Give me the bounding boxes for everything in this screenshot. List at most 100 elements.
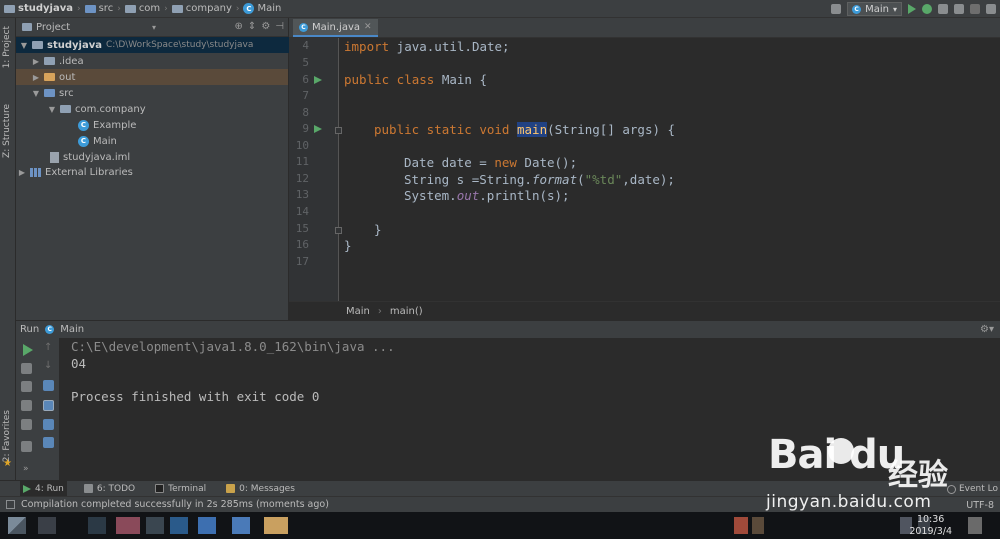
- code-editor: C Main.java ✕ 4 5 6 7 8 9 10 11 12 13 14…: [289, 18, 1000, 320]
- taskbar-app-icon[interactable]: [264, 517, 288, 534]
- structure-tool-tab[interactable]: Z: Structure: [2, 104, 12, 158]
- project-view-dropdown[interactable]: Project: [36, 22, 70, 33]
- tree-item-com-company[interactable]: ▼ com.company: [48, 101, 146, 117]
- status-message[interactable]: Compilation completed successfully in 2s…: [21, 499, 329, 510]
- tree-item-example[interactable]: C Example: [78, 117, 136, 133]
- taskbar-clock[interactable]: 10:36 2019/3/4: [909, 514, 952, 538]
- scroll-to-end-icon[interactable]: [43, 400, 54, 411]
- start-icon[interactable]: [8, 517, 26, 534]
- breadcrumb-com[interactable]: com: [124, 3, 160, 14]
- run-toolbar-left: »: [16, 338, 38, 480]
- line-number: 12: [295, 172, 309, 185]
- run-method-gutter-icon[interactable]: [314, 125, 322, 133]
- fold-marker-icon[interactable]: [335, 127, 342, 134]
- run-config-dropdown[interactable]: C Main ▾: [847, 2, 902, 16]
- tab-todo[interactable]: 6: TODO: [81, 481, 138, 497]
- expand-arrow-icon[interactable]: ▼: [48, 105, 56, 114]
- tray-icon[interactable]: [752, 517, 764, 534]
- taskbar-app-icon[interactable]: [146, 517, 164, 534]
- run-tab-main[interactable]: Main: [60, 324, 84, 335]
- line-number: 4: [302, 39, 309, 52]
- tree-item-src[interactable]: ▼ src: [32, 85, 74, 101]
- more-icon[interactable]: »: [23, 464, 29, 474]
- build-icon[interactable]: [831, 4, 842, 14]
- taskbar-app-icon[interactable]: [116, 517, 140, 534]
- tab-messages[interactable]: 0: Messages: [223, 481, 298, 497]
- code-line-16: }: [344, 238, 352, 253]
- fold-marker-icon[interactable]: [335, 227, 342, 234]
- collapse-all-icon[interactable]: ⇕: [248, 21, 256, 32]
- class-icon: C: [78, 119, 89, 131]
- project-structure-icon[interactable]: [986, 4, 996, 14]
- notification-icon[interactable]: [968, 517, 982, 534]
- run-panel-header: Run C Main ⚙▾: [16, 320, 1000, 338]
- tab-main-java[interactable]: C Main.java ✕: [293, 19, 378, 37]
- breadcrumb-project[interactable]: studyjava: [4, 3, 73, 14]
- gear-icon[interactable]: ⚙▾: [980, 324, 994, 335]
- arrow-up-icon[interactable]: ↑: [44, 342, 52, 353]
- run-class-gutter-icon[interactable]: [314, 76, 322, 84]
- breadcrumb-src[interactable]: src: [84, 3, 113, 14]
- taskbar-app-icon[interactable]: [232, 517, 250, 534]
- dump-threads-icon[interactable]: [21, 400, 32, 411]
- breadcrumb-separator-icon: ›: [76, 3, 81, 14]
- taskbar-app-icon[interactable]: [198, 517, 216, 534]
- tree-item-out[interactable]: ▶ out: [16, 69, 288, 85]
- class-icon: C: [299, 22, 308, 32]
- collapse-arrow-icon[interactable]: ▶: [18, 168, 26, 177]
- project-tool-tab[interactable]: 1: Project: [2, 26, 12, 68]
- taskbar-app-icon[interactable]: [170, 517, 188, 534]
- excluded-folder-icon: [44, 73, 55, 81]
- line-number: 14: [295, 205, 309, 218]
- debug-icon[interactable]: [922, 4, 932, 14]
- taskbar-app-icon[interactable]: [38, 517, 56, 534]
- expand-arrow-icon[interactable]: ▼: [32, 89, 40, 98]
- code-line-6: public class Main {: [344, 72, 487, 87]
- package-icon: [60, 105, 71, 113]
- coverage-icon[interactable]: [938, 4, 948, 14]
- breadcrumb-main[interactable]: C Main: [243, 3, 281, 14]
- line-number: 5: [302, 56, 309, 69]
- trash-icon[interactable]: [43, 437, 54, 448]
- collapse-arrow-icon[interactable]: ▶: [32, 73, 40, 82]
- stop-icon[interactable]: [21, 363, 32, 374]
- run-icon[interactable]: [908, 4, 916, 14]
- tab-run[interactable]: 4: Run: [20, 480, 67, 497]
- line-number: 8: [302, 106, 309, 119]
- code-area[interactable]: import java.util.Date; public class Main…: [344, 38, 1000, 301]
- run-toolbar: C Main ▾: [831, 0, 996, 18]
- tree-item-studyjava[interactable]: ▼ studyjava C:\D\WorkSpace\study\studyja…: [16, 37, 289, 53]
- profile-icon[interactable]: [954, 4, 964, 14]
- todo-icon: [83, 484, 93, 493]
- toggle-tool-windows-icon[interactable]: [6, 500, 15, 509]
- tray-icon[interactable]: [734, 517, 748, 534]
- editor-breadcrumb: Main › main(): [289, 301, 1000, 320]
- expand-arrow-icon[interactable]: ▼: [20, 41, 28, 50]
- tree-item-main[interactable]: C Main: [78, 133, 117, 149]
- exit-icon[interactable]: [21, 419, 32, 430]
- taskbar-app-icon[interactable]: [88, 517, 106, 534]
- scroll-from-source-icon[interactable]: ⊕: [235, 21, 243, 32]
- stop-icon[interactable]: [970, 4, 980, 14]
- tree-item-idea[interactable]: ▶ .idea: [32, 53, 84, 69]
- favorites-tool-tab[interactable]: 2: Favorites: [2, 410, 12, 462]
- breadcrumb-company[interactable]: company: [171, 3, 232, 14]
- tree-item-iml[interactable]: studyjava.iml: [50, 149, 130, 165]
- soft-wrap-icon[interactable]: [43, 380, 54, 391]
- print-icon[interactable]: [43, 419, 54, 430]
- layout-icon[interactable]: [21, 441, 32, 452]
- breadcrumb-separator-icon: ›: [377, 305, 382, 317]
- tab-terminal[interactable]: Terminal: [152, 481, 209, 497]
- editor-crumb-class[interactable]: Main: [346, 306, 370, 317]
- arrow-down-icon[interactable]: ↓: [44, 360, 52, 371]
- pause-icon[interactable]: [21, 381, 32, 392]
- rerun-icon[interactable]: [23, 344, 33, 356]
- tree-item-external-libraries[interactable]: ▶ External Libraries: [18, 164, 133, 180]
- close-tab-icon[interactable]: ✕: [364, 22, 372, 32]
- chevron-down-icon[interactable]: ▾: [152, 23, 156, 32]
- editor-crumb-method[interactable]: main(): [390, 306, 423, 317]
- hide-panel-icon[interactable]: ⊣: [275, 21, 284, 32]
- gear-icon[interactable]: ⚙: [261, 21, 270, 32]
- project-panel: Project ▾ ⊕ ⇕ ⚙ ⊣ ▼ studyjava C:\D\WorkS…: [16, 18, 289, 320]
- collapse-arrow-icon[interactable]: ▶: [32, 57, 40, 66]
